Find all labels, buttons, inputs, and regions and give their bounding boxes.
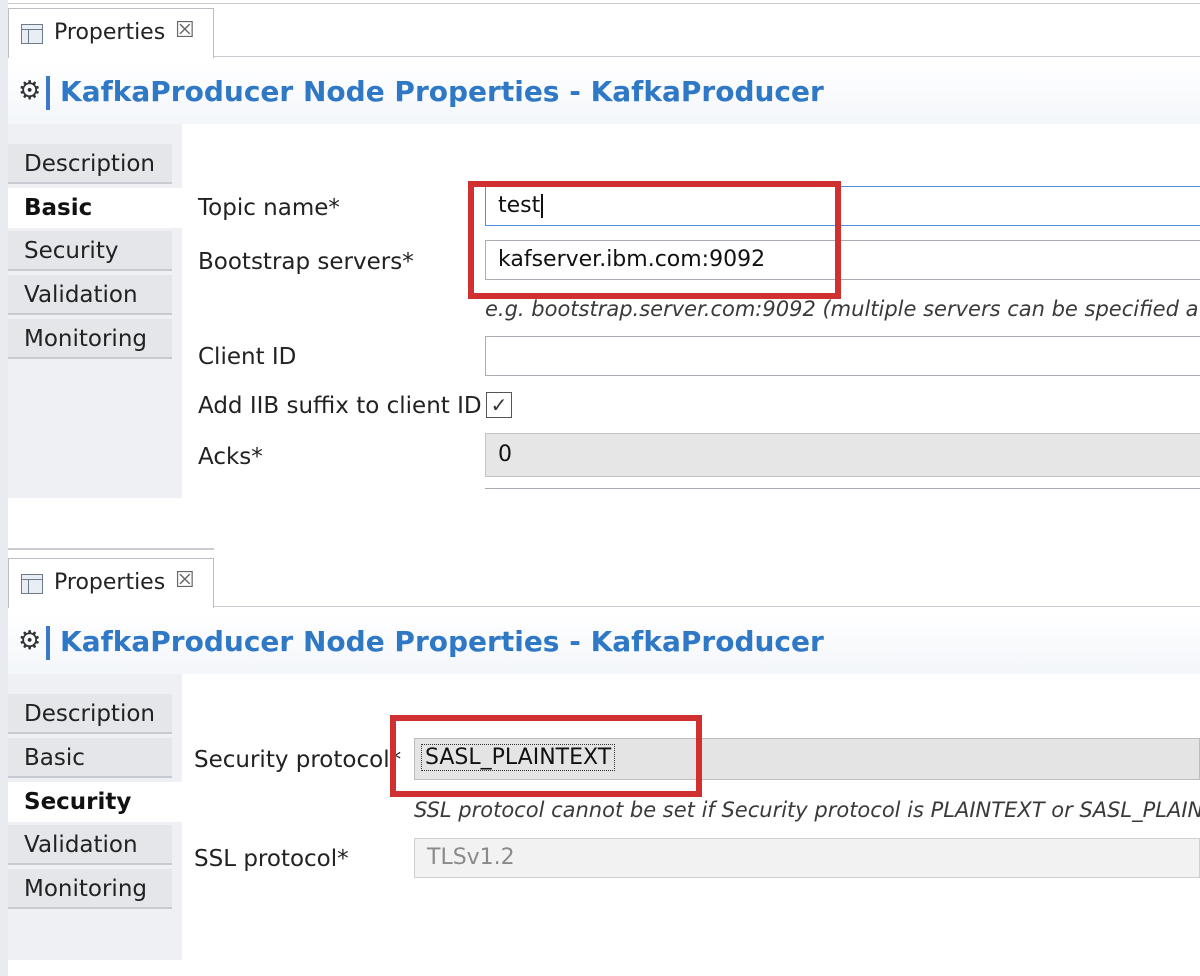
properties-tab-label: Properties <box>54 20 166 45</box>
nav-item-description[interactable]: Description <box>8 694 172 734</box>
property-category-nav: Description Basic Security Validation Mo… <box>8 124 183 498</box>
properties-table-icon <box>21 24 43 44</box>
nav-item-basic[interactable]: Basic <box>8 188 182 228</box>
bootstrap-servers-input[interactable]: kafserver.ibm.com:9092 <box>485 240 1200 280</box>
tab-bar-bottom-border <box>214 56 1200 57</box>
page-title: KafkaProducer Node Properties - KafkaPro… <box>60 75 824 108</box>
acks-select[interactable]: 0 <box>485 433 1200 477</box>
ssl-protocol-select: TLSv1.2 <box>414 838 1200 878</box>
bootstrap-servers-hint: e.g. bootstrap.server.com:9092 (multiple… <box>485 297 1197 321</box>
next-field-edge <box>485 488 1200 489</box>
nav-item-monitoring[interactable]: Monitoring <box>8 319 172 359</box>
close-icon[interactable]: ☒ <box>175 18 195 43</box>
ssl-protocol-hint: SSL protocol cannot be set if Security p… <box>414 798 1200 822</box>
nav-item-security[interactable]: Security <box>8 782 182 822</box>
bootstrap-servers-label: Bootstrap servers* <box>198 249 414 275</box>
nav-item-monitoring[interactable]: Monitoring <box>8 869 172 909</box>
topic-name-value: test <box>498 193 541 218</box>
window-edge <box>0 0 8 976</box>
view-tab-bar: Properties ☒ <box>8 0 1200 58</box>
properties-view-bottom: Properties ☒ ⚙ KafkaProducer Node Proper… <box>8 548 1200 976</box>
nav-item-validation[interactable]: Validation <box>8 275 172 315</box>
security-protocol-select[interactable]: SASL_PLAINTEXT <box>414 738 1200 780</box>
basic-properties-form: Topic name* test Bootstrap servers* kafs… <box>182 124 1200 498</box>
nav-item-basic[interactable]: Basic <box>8 738 172 778</box>
topic-name-input[interactable]: test <box>485 186 1200 226</box>
node-gear-icon: ⚙ <box>18 76 42 106</box>
client-id-input[interactable] <box>485 336 1200 376</box>
node-properties-header: ⚙ KafkaProducer Node Properties - KafkaP… <box>8 62 1200 125</box>
tab-bar-top-border <box>8 3 1200 4</box>
security-protocol-label: Security protocol* <box>194 747 402 773</box>
nav-item-description[interactable]: Description <box>8 144 172 184</box>
node-gear-icon: ⚙ <box>18 626 42 656</box>
header-accent-bar <box>46 626 50 660</box>
view-tab-bar: Properties ☒ <box>8 550 1200 608</box>
property-category-nav: Description Basic Security Validation Mo… <box>8 674 183 960</box>
properties-table-icon <box>21 574 43 594</box>
properties-tab-label: Properties <box>54 570 166 595</box>
security-protocol-value: SASL_PLAINTEXT <box>421 744 616 771</box>
acks-label: Acks* <box>198 444 263 470</box>
properties-tab[interactable]: Properties ☒ <box>8 8 214 58</box>
iib-suffix-checkbox[interactable]: ✓ <box>486 392 512 418</box>
security-properties-form: Security protocol* SASL_PLAINTEXT SSL pr… <box>182 674 1200 960</box>
topic-name-label: Topic name* <box>198 195 340 221</box>
properties-view-top: Properties ☒ ⚙ KafkaProducer Node Proper… <box>8 0 1200 500</box>
close-icon[interactable]: ☒ <box>175 568 195 593</box>
nav-item-validation[interactable]: Validation <box>8 825 172 865</box>
tab-bar-bottom-border <box>214 606 1200 607</box>
iib-suffix-label: Add IIB suffix to client ID <box>198 393 482 419</box>
node-properties-header: ⚙ KafkaProducer Node Properties - KafkaP… <box>8 612 1200 675</box>
header-accent-bar <box>46 76 50 110</box>
page-title: KafkaProducer Node Properties - KafkaPro… <box>60 625 824 658</box>
client-id-label: Client ID <box>198 344 297 370</box>
text-caret <box>541 194 544 218</box>
properties-tab[interactable]: Properties ☒ <box>8 558 214 608</box>
ssl-protocol-label: SSL protocol* <box>194 846 349 872</box>
nav-item-security[interactable]: Security <box>8 231 172 271</box>
